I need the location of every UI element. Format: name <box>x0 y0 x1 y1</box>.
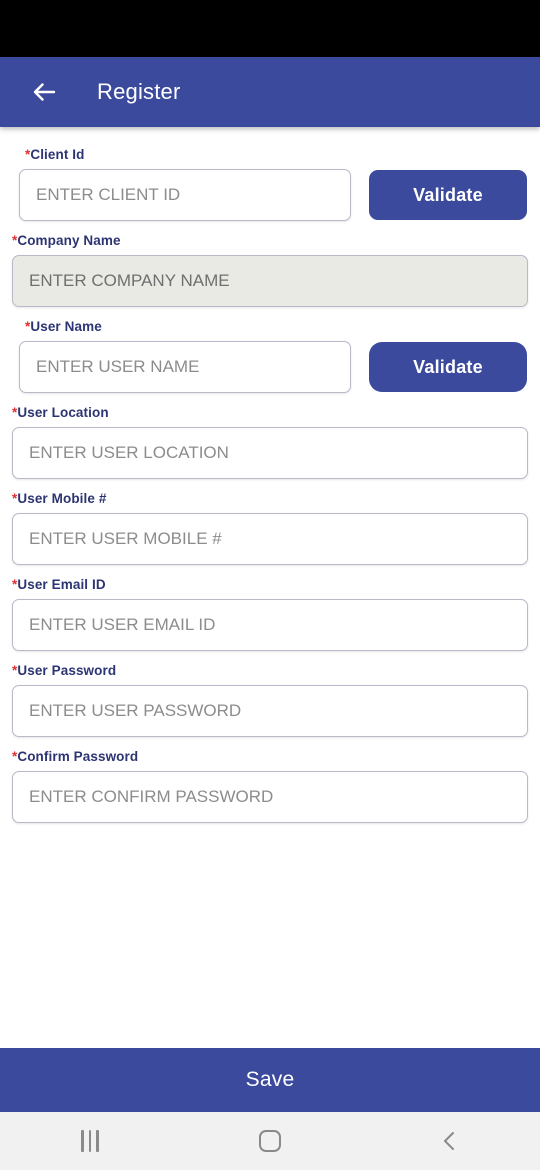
label-user-location: *User Location <box>12 405 528 420</box>
validate-user-name-button[interactable]: Validate <box>369 342 527 392</box>
field-group-user-mobile: *User Mobile # <box>0 491 540 565</box>
nav-back-button[interactable] <box>360 1112 540 1170</box>
arrow-left-icon <box>33 83 56 101</box>
user-mobile-input[interactable] <box>12 513 528 565</box>
user-name-input[interactable] <box>19 341 351 393</box>
phone-screen: Register *Client Id Validate *Company Na… <box>0 0 540 1170</box>
label-confirm-password: *Confirm Password <box>12 749 528 764</box>
field-group-company-name: *Company Name <box>0 233 540 307</box>
field-group-user-email: *User Email ID <box>0 577 540 651</box>
field-row-user-mobile <box>12 513 528 565</box>
client-id-input[interactable] <box>19 169 351 221</box>
status-bar <box>0 0 540 57</box>
home-icon <box>259 1130 281 1152</box>
registration-form: *Client Id Validate *Company Name *User … <box>0 127 540 1048</box>
user-location-input[interactable] <box>12 427 528 479</box>
page-title: Register <box>97 79 181 104</box>
android-nav-bar <box>0 1112 540 1170</box>
user-password-input[interactable] <box>12 685 528 737</box>
label-text: User Mobile # <box>17 491 107 506</box>
label-company-name: *Company Name <box>12 233 528 248</box>
back-chevron-icon <box>444 1132 454 1150</box>
back-button[interactable] <box>24 72 64 112</box>
confirm-password-input[interactable] <box>12 771 528 823</box>
field-group-client-id: *Client Id Validate <box>0 147 540 221</box>
field-row-user-location <box>12 427 528 479</box>
save-button[interactable]: Save <box>0 1048 540 1112</box>
label-text: User Password <box>17 663 117 678</box>
app-bar: Register <box>0 57 540 127</box>
label-user-password: *User Password <box>12 663 528 678</box>
field-row-client-id: Validate <box>19 169 527 221</box>
field-group-user-password: *User Password <box>0 663 540 737</box>
field-group-user-location: *User Location <box>0 405 540 479</box>
label-text: User Name <box>30 319 102 334</box>
field-row-company-name <box>12 255 528 307</box>
label-user-email: *User Email ID <box>12 577 528 592</box>
label-text: User Location <box>17 405 109 420</box>
nav-recents-button[interactable] <box>0 1112 180 1170</box>
label-text: Client Id <box>30 147 85 162</box>
label-text: Company Name <box>17 233 121 248</box>
field-row-user-email <box>12 599 528 651</box>
field-group-confirm-password: *Confirm Password <box>0 749 540 823</box>
field-row-user-password <box>12 685 528 737</box>
label-client-id: *Client Id <box>19 147 522 162</box>
nav-home-button[interactable] <box>180 1112 360 1170</box>
label-user-name: *User Name <box>19 319 522 334</box>
field-row-user-name: Validate <box>19 341 527 393</box>
recents-icon <box>81 1130 99 1152</box>
company-name-input <box>12 255 528 307</box>
user-email-input[interactable] <box>12 599 528 651</box>
label-text: Confirm Password <box>17 749 139 764</box>
label-user-mobile: *User Mobile # <box>12 491 528 506</box>
validate-client-id-button[interactable]: Validate <box>369 170 527 220</box>
field-group-user-name: *User Name Validate <box>0 319 540 393</box>
field-row-confirm-password <box>12 771 528 823</box>
label-text: User Email ID <box>17 577 106 592</box>
